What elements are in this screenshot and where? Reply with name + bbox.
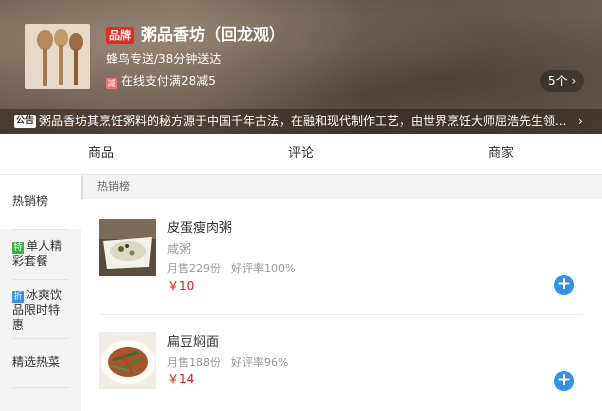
congee-bowl-image xyxy=(99,219,156,276)
noodles-dish-image xyxy=(99,332,156,389)
divider xyxy=(99,314,583,315)
special-tag-icon: 特 xyxy=(12,242,24,254)
food-item[interactable]: 皮蛋瘦肉粥 咸粥 月售229份 好评率100% ￥10 + xyxy=(81,217,602,317)
shop-page: 品牌 粥品香坊（回龙观） 蜂鸟专送/38分钟送达 减在线支付满28减5 5个 ›… xyxy=(0,0,602,411)
announcement-tag: 公告 xyxy=(14,115,37,128)
promotion: 减在线支付满28减5 xyxy=(106,73,216,89)
food-image xyxy=(99,219,156,276)
sidebar-item-drinks[interactable]: 折冰爽饮品限时特惠 xyxy=(0,288,81,336)
wooden-spoons-image xyxy=(25,24,90,89)
shop-name: 粥品香坊（回龙观） xyxy=(141,25,286,44)
category-sidebar: 热销榜 特单人精彩套餐 折冰爽饮品限时特惠 精选热菜 xyxy=(0,175,81,411)
shop-avatar xyxy=(25,24,90,89)
discount-icon: 减 xyxy=(106,78,117,89)
divider xyxy=(12,387,69,388)
discount-tag-icon: 折 xyxy=(12,291,24,303)
divider xyxy=(12,279,69,280)
food-stats: 月售188份 好评率96% xyxy=(167,355,288,370)
food-name: 皮蛋瘦肉粥 xyxy=(167,221,233,236)
food-description: 咸粥 xyxy=(167,242,192,256)
food-sales: 月售229份 xyxy=(167,262,221,275)
food-rating: 好评率96% xyxy=(231,356,289,369)
section-title: 热销榜 xyxy=(97,180,130,193)
section-header: 热销榜 xyxy=(81,175,602,199)
food-sales: 月售188份 xyxy=(167,356,221,369)
announcement-bar[interactable]: 公告 粥品香坊其烹饪粥料的秘方源于中国千年古法，在融和现代制作工艺，由世界烹饪大… xyxy=(0,109,602,134)
tab-goods[interactable]: 商品 xyxy=(71,134,131,174)
food-price: ￥14 xyxy=(167,372,195,386)
tab-bar: 商品 评论 商家 xyxy=(0,134,602,175)
divider xyxy=(12,229,69,230)
divider xyxy=(12,338,69,339)
food-rating: 好评率100% xyxy=(231,262,296,275)
food-stats: 月售229份 好评率100% xyxy=(167,261,295,276)
food-price: ￥10 xyxy=(167,279,195,293)
sidebar-item-hot[interactable]: 热销榜 xyxy=(0,175,81,229)
sidebar-item-label: 热销榜 xyxy=(12,194,49,208)
tab-seller[interactable]: 商家 xyxy=(471,134,531,174)
add-to-cart-button[interactable]: + xyxy=(554,275,574,295)
promotion-text: 在线支付满28减5 xyxy=(121,74,216,88)
brand-badge: 品牌 xyxy=(106,27,134,44)
sidebar-item-selected-dishes[interactable]: 精选热菜 xyxy=(0,355,81,385)
sidebar-item-label: 精选热菜 xyxy=(12,355,61,369)
food-image xyxy=(99,332,156,389)
food-item[interactable]: 扁豆焖面 月售188份 好评率96% ￥14 + xyxy=(81,329,602,411)
announcement-text: 粥品香坊其烹饪粥料的秘方源于中国千年古法，在融和现代制作工艺，由世界烹饪大师屈浩… xyxy=(39,114,567,128)
food-name: 扁豆焖面 xyxy=(167,335,220,350)
shop-header: 品牌 粥品香坊（回龙观） 蜂鸟专送/38分钟送达 减在线支付满28减5 5个 ›… xyxy=(0,0,602,134)
promotion-count-button[interactable]: 5个 › xyxy=(540,70,585,92)
delivery-info: 蜂鸟专送/38分钟送达 xyxy=(106,52,222,66)
food-list: 热销榜 皮蛋瘦肉粥 咸粥 月售229份 好评率100% ￥10 + 扁豆焖面 月… xyxy=(81,175,602,411)
add-to-cart-button[interactable]: + xyxy=(554,371,574,391)
tab-ratings[interactable]: 评论 xyxy=(271,134,331,174)
chevron-right-icon: › xyxy=(578,114,583,128)
